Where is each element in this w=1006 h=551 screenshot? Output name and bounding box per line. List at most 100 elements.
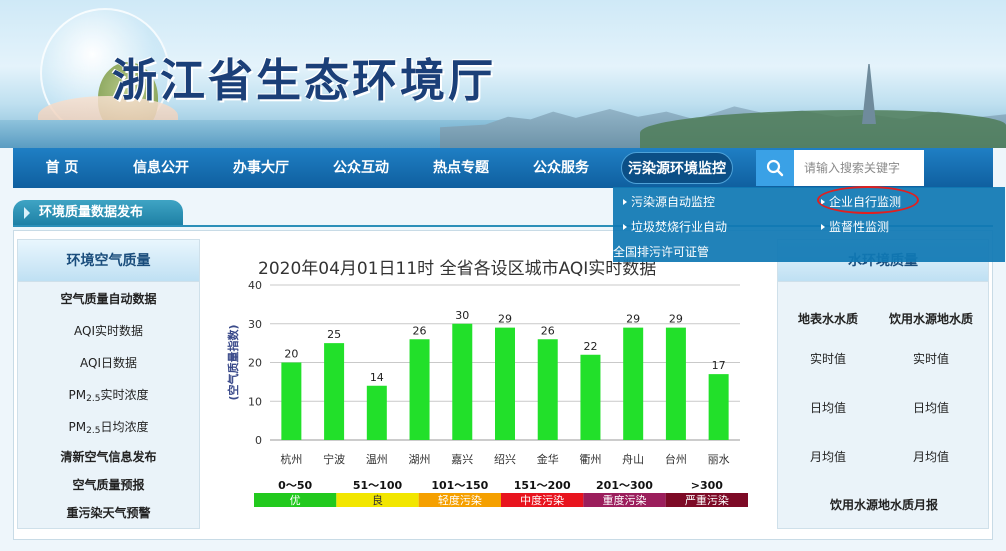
menu-air-auto-data[interactable]: 空气质量自动数据 [18,290,199,307]
data-label: 22 [583,340,597,353]
data-label: 29 [498,313,512,326]
pm-subscript: 2.5 [86,426,101,436]
legend-range: 51～100 [353,479,403,492]
dd-label: 垃圾焚烧行业自动 [631,220,728,234]
bar [409,339,430,440]
arrow-right-icon [623,199,627,205]
legend-range: >300 [691,479,724,492]
data-label: 26 [541,324,555,337]
y-tick-label: 30 [248,318,262,331]
page: 浙江省生态环境厅 首 页 信息公开 办事大厅 公众互动 热点专题 公众服务 污染… [0,0,1006,551]
pollution-monitoring-dropdown: 污染源自动监控 企业自行监测 垃圾焚烧行业自动 监督性监测 全国排污许可证管 [613,187,1005,262]
legend-label: 重度污染 [603,493,647,507]
drinking-daily[interactable]: 日均值 [872,399,990,416]
main-nav: 首 页 信息公开 办事大厅 公众互动 热点专题 公众服务 污染源环境监控 [13,148,993,188]
surface-realtime[interactable]: 实时值 [778,350,878,367]
x-tick-label: 绍兴 [494,452,516,466]
header-banner: 浙江省生态环境厅 [0,0,1006,148]
data-label: 25 [327,328,341,341]
x-tick-label: 金华 [537,452,559,466]
data-label: 29 [669,313,683,326]
nav-public-service[interactable]: 公众服务 [523,148,599,188]
menu-aqi-daily[interactable]: AQI日数据 [18,354,199,371]
y-tick-label: 40 [248,279,262,292]
dd-incineration-auto[interactable]: 垃圾焚烧行业自动 [623,218,727,235]
data-label: 29 [626,313,640,326]
y-tick-label: 20 [248,357,262,370]
section-tab-env-quality[interactable]: 环境质量数据发布 [13,200,183,226]
pm-subscript: 2.5 [86,394,101,404]
nav-pollution-monitoring[interactable]: 污染源环境监控 [621,152,733,184]
bar [324,343,345,440]
nav-info-public[interactable]: 信息公开 [123,148,199,188]
surface-water-title: 地表水水质 [797,312,858,326]
pm-prefix: PM [68,420,87,434]
drinking-monthly[interactable]: 月均值 [872,448,990,465]
dd-pollution-auto-monitor[interactable]: 污染源自动监控 [623,193,715,210]
air-quality-menu: 环境空气质量 空气质量自动数据 AQI实时数据 AQI日数据 PM2.5实时浓度… [17,239,200,529]
dd-label: 污染源自动监控 [631,195,716,209]
legend-label: 中度污染 [520,493,564,507]
nav-service-hall[interactable]: 办事大厅 [223,148,299,188]
dd-label: 全国排污许可证管 [613,245,710,259]
air-quality-heading: 环境空气质量 [18,240,199,282]
legend-range: 201～300 [596,479,653,492]
nav-home[interactable]: 首 页 [27,148,97,188]
water-quality-menu: 水环境质量 地表水水质 饮用水源地水质 实时值 日均值 月均值 实时值 日均值 … [777,239,989,529]
legend-range: 101～150 [431,479,488,492]
data-label: 17 [712,359,726,372]
y-tick-label: 0 [255,434,262,447]
menu-pm25-realtime[interactable]: PM2.5实时浓度 [18,386,199,404]
hills-graphic [640,110,1006,148]
legend-label: 轻度污染 [438,493,482,507]
nav-hot-topics[interactable]: 热点专题 [423,148,499,188]
legend-label: 严重污染 [685,493,729,507]
legend-label: 良 [372,493,383,507]
x-tick-label: 湖州 [409,453,431,466]
y-tick-label: 10 [248,395,262,408]
data-label: 14 [370,371,384,384]
drinking-water-monthly-report[interactable]: 饮用水源地水质月报 [778,496,990,513]
menu-aqi-realtime[interactable]: AQI实时数据 [18,322,199,339]
drinking-realtime[interactable]: 实时值 [872,350,990,367]
bar [366,385,387,440]
arrow-right-icon [623,224,627,230]
nav-public-interaction[interactable]: 公众互动 [323,148,399,188]
menu-pollution-warning[interactable]: 重污染天气预警 [18,504,199,521]
arrow-right-icon [821,224,825,230]
bar [495,327,515,440]
dd-label: 监督性监测 [829,220,890,234]
dd-supervisory-monitor[interactable]: 监督性监测 [821,218,889,235]
search-input[interactable] [794,150,924,186]
menu-air-forecast[interactable]: 空气质量预报 [18,476,199,493]
menu-pm25-daily[interactable]: PM2.5日均浓度 [18,418,199,436]
x-tick-label: 台州 [665,452,687,466]
bar [537,339,558,440]
data-label: 20 [284,348,298,361]
pm-suffix: 日均浓度 [100,420,149,434]
bar [623,327,644,440]
highlight-circle [817,186,919,214]
data-label: 30 [455,309,469,322]
surface-daily[interactable]: 日均值 [778,399,878,416]
data-label: 26 [413,324,427,337]
bar [580,354,601,440]
x-tick-label: 丽水 [708,453,730,466]
search-icon [766,159,784,177]
dd-discharge-permit[interactable]: 全国排污许可证管 [613,243,709,260]
legend-range: 151～200 [514,479,571,492]
pagoda-graphic [862,64,876,124]
surface-monthly[interactable]: 月均值 [778,448,878,465]
x-tick-label: 温州 [366,453,388,466]
y-axis-label: (空气质量指数) [226,324,240,400]
menu-fresh-air[interactable]: 清新空气信息发布 [18,448,199,465]
search-button[interactable] [756,150,794,186]
x-tick-label: 宁波 [323,452,345,466]
bar [281,362,302,440]
x-tick-label: 嘉兴 [451,452,473,466]
x-tick-label: 杭州 [280,452,302,466]
x-tick-label: 衢州 [579,453,601,466]
legend-range: 0～50 [278,479,312,492]
pm-suffix: 实时浓度 [100,388,149,402]
aqi-bar-chart: 0 10 20 30 40 (空气质量指数) 20 杭州 25 宁波 14 温州 26 湖州 30 嘉兴 29 绍… [226,279,748,507]
